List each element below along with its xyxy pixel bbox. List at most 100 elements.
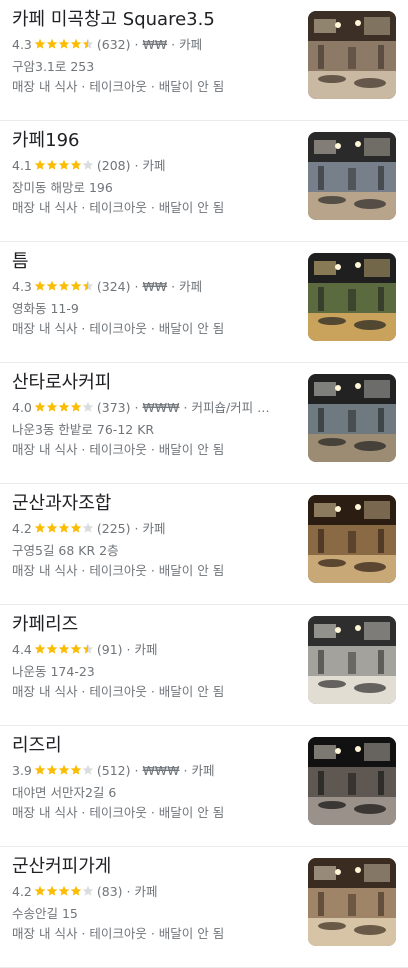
service-options: 매장 내 식사 · 테이크아웃 · 배달이 안 됨 xyxy=(12,926,225,941)
star-rating xyxy=(34,37,94,54)
place-photo[interactable] xyxy=(308,858,396,946)
review-count[interactable]: (83) xyxy=(97,884,123,899)
rating-line: 4.1 (208) · 카페 xyxy=(12,157,298,175)
review-count[interactable]: (512) xyxy=(97,763,131,778)
place-result-row[interactable]: 군산커피가게 4.2 (83) · 카페 수송안길 15 매장 내 식사 · 테이… xyxy=(0,847,408,968)
rating-line: 4.3 (632) · ₩₩ · 카페 xyxy=(12,36,298,54)
star-full-icon xyxy=(34,37,46,49)
star-full-icon xyxy=(70,763,82,775)
place-photo[interactable] xyxy=(308,132,396,220)
place-info: 틈 4.3 (324) · ₩₩ · 카페 영화동 11-9 매장 내 식사 · … xyxy=(12,250,298,337)
separator: · xyxy=(130,400,143,415)
star-rating xyxy=(34,400,94,417)
category-label: 카페 xyxy=(191,763,215,778)
category-label: 카페 xyxy=(179,37,203,52)
separator: · xyxy=(130,521,143,536)
star-rating xyxy=(34,158,94,175)
star-full-icon xyxy=(58,884,70,896)
star-half-icon xyxy=(82,37,94,49)
star-full-icon xyxy=(34,158,46,170)
star-full-icon xyxy=(46,400,58,412)
price-level: ₩₩ xyxy=(142,37,168,52)
star-full-icon xyxy=(70,521,82,533)
price-level: ₩₩ xyxy=(142,279,168,294)
place-info: 산타로사커피 4.0 (373) · ₩₩₩ · 커피숍/커피 … 나운3동 한밭… xyxy=(12,371,298,458)
star-rating xyxy=(34,763,94,780)
star-full-icon xyxy=(58,158,70,170)
price-level: ₩₩₩ xyxy=(142,400,180,415)
star-rating xyxy=(34,884,94,901)
separator: · xyxy=(179,763,192,778)
star-full-icon xyxy=(34,279,46,291)
star-full-icon xyxy=(46,763,58,775)
review-count[interactable]: (91) xyxy=(97,642,123,657)
place-name[interactable]: 리즈리 xyxy=(12,734,298,758)
place-name[interactable]: 군산커피가게 xyxy=(12,855,298,879)
star-empty-icon xyxy=(82,158,94,170)
place-photo[interactable] xyxy=(308,737,396,825)
place-info: 카페196 4.1 (208) · 카페 장미동 해망로 196 매장 내 식사 … xyxy=(12,129,298,216)
star-half-icon xyxy=(82,279,94,291)
place-photo[interactable] xyxy=(308,253,396,341)
place-name[interactable]: 카페 미곡창고 Square3.5 xyxy=(12,8,298,32)
place-result-row[interactable]: 틈 4.3 (324) · ₩₩ · 카페 영화동 11-9 매장 내 식사 · … xyxy=(0,242,408,363)
place-result-row[interactable]: 리즈리 3.9 (512) · ₩₩₩ · 카페 대야면 서만자2길 6 매장 내… xyxy=(0,726,408,847)
place-name[interactable]: 카페196 xyxy=(12,129,298,153)
place-address: 구영5길 68 KR 2층 xyxy=(12,543,119,558)
place-info: 카페 미곡창고 Square3.5 4.3 (632) · ₩₩ · 카페 구암3… xyxy=(12,8,298,95)
place-result-row[interactable]: 카페 미곡창고 Square3.5 4.3 (632) · ₩₩ · 카페 구암3… xyxy=(0,0,408,121)
place-result-row[interactable]: 군산과자조합 4.2 (225) · 카페 구영5길 68 KR 2층 매장 내 … xyxy=(0,484,408,605)
separator: · xyxy=(179,400,192,415)
service-options: 매장 내 식사 · 테이크아웃 · 배달이 안 됨 xyxy=(12,442,225,457)
review-count[interactable]: (225) xyxy=(97,521,131,536)
service-options: 매장 내 식사 · 테이크아웃 · 배달이 안 됨 xyxy=(12,200,225,215)
place-photo[interactable] xyxy=(308,374,396,462)
place-result-row[interactable]: 카페196 4.1 (208) · 카페 장미동 해망로 196 매장 내 식사 … xyxy=(0,121,408,242)
review-count[interactable]: (208) xyxy=(97,158,131,173)
rating-line: 4.2 (83) · 카페 xyxy=(12,883,298,901)
service-options: 매장 내 식사 · 테이크아웃 · 배달이 안 됨 xyxy=(12,563,225,578)
star-full-icon xyxy=(70,400,82,412)
category-label: 카페 xyxy=(179,279,203,294)
rating-value: 4.3 xyxy=(12,279,32,294)
star-full-icon xyxy=(46,884,58,896)
place-name[interactable]: 카페리즈 xyxy=(12,613,298,637)
place-address: 구암3.1로 253 xyxy=(12,59,95,74)
star-full-icon xyxy=(34,521,46,533)
rating-line: 4.3 (324) · ₩₩ · 카페 xyxy=(12,278,298,296)
place-name[interactable]: 군산과자조합 xyxy=(12,492,298,516)
separator: · xyxy=(167,37,180,52)
place-address: 영화동 11-9 xyxy=(12,301,79,316)
category-label: 카페 xyxy=(142,521,166,536)
place-info: 군산과자조합 4.2 (225) · 카페 구영5길 68 KR 2층 매장 내 … xyxy=(12,492,298,579)
star-full-icon xyxy=(46,37,58,49)
rating-line: 4.0 (373) · ₩₩₩ · 커피숍/커피 … xyxy=(12,399,298,417)
place-photo[interactable] xyxy=(308,495,396,583)
star-full-icon xyxy=(58,763,70,775)
review-count[interactable]: (373) xyxy=(97,400,131,415)
place-results-list: 카페 미곡창고 Square3.5 4.3 (632) · ₩₩ · 카페 구암3… xyxy=(0,0,408,968)
star-full-icon xyxy=(58,279,70,291)
review-count[interactable]: (324) xyxy=(97,279,131,294)
place-address: 대야면 서만자2길 6 xyxy=(12,785,117,800)
place-name[interactable]: 틈 xyxy=(12,250,298,274)
place-result-row[interactable]: 카페리즈 4.4 (91) · 카페 나운동 174-23 매장 내 식사 · 테… xyxy=(0,605,408,726)
separator: · xyxy=(130,763,143,778)
category-label: 카페 xyxy=(134,642,158,657)
star-half-icon xyxy=(82,642,94,654)
place-address: 나운3동 한밭로 76-12 KR xyxy=(12,422,155,437)
service-options: 매장 내 식사 · 테이크아웃 · 배달이 안 됨 xyxy=(12,684,225,699)
star-full-icon xyxy=(46,642,58,654)
place-name[interactable]: 산타로사커피 xyxy=(12,371,298,395)
star-full-icon xyxy=(46,158,58,170)
separator: · xyxy=(130,37,143,52)
star-empty-icon xyxy=(82,763,94,775)
place-result-row[interactable]: 산타로사커피 4.0 (373) · ₩₩₩ · 커피숍/커피 … 나운3동 한밭… xyxy=(0,363,408,484)
rating-value: 4.1 xyxy=(12,158,32,173)
star-full-icon xyxy=(46,279,58,291)
place-photo[interactable] xyxy=(308,616,396,704)
review-count[interactable]: (632) xyxy=(97,37,131,52)
place-photo[interactable] xyxy=(308,11,396,99)
star-full-icon xyxy=(34,763,46,775)
rating-value: 4.2 xyxy=(12,884,32,899)
